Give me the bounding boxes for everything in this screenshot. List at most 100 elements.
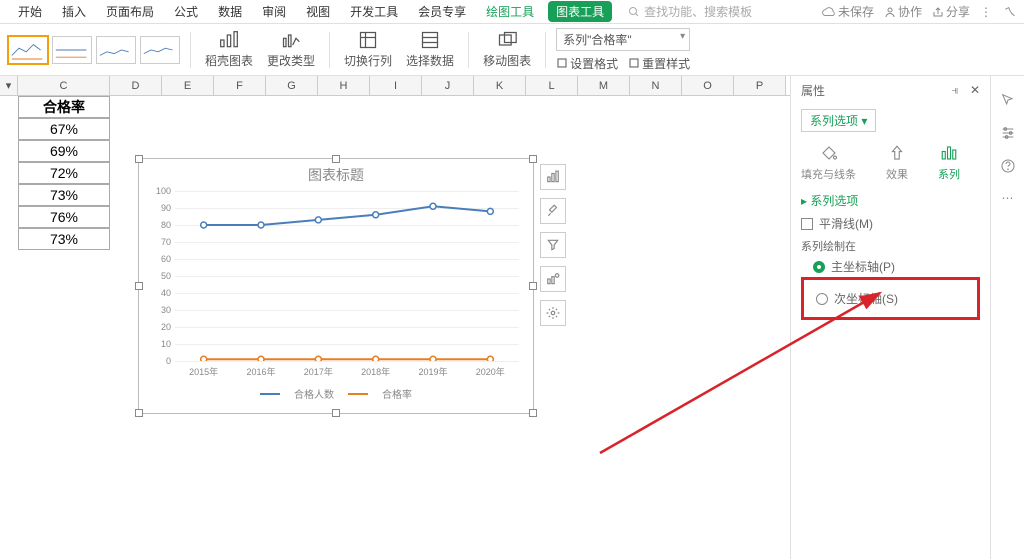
resize-handle[interactable] — [529, 282, 537, 290]
draw-on-label: 系列绘制在 — [801, 238, 980, 254]
more-icon[interactable]: ⋮ — [980, 5, 994, 19]
cell[interactable]: 76% — [18, 206, 110, 228]
col-hdr-G[interactable]: G — [266, 76, 318, 95]
tab-fill[interactable]: 填充与线条 — [801, 144, 856, 182]
resize-handle[interactable] — [332, 409, 340, 417]
select-data-button[interactable]: 选择数据 — [402, 30, 458, 69]
props-tab-select[interactable]: 系列选项 ▾ — [801, 109, 876, 132]
col-hdr-E[interactable]: E — [162, 76, 214, 95]
series-select[interactable]: 系列"合格率" — [556, 28, 690, 51]
help-tool-icon[interactable] — [1000, 158, 1016, 177]
col-hdr-O[interactable]: O — [682, 76, 734, 95]
primary-axis-radio[interactable]: 主坐标轴(P) — [813, 258, 980, 275]
col-dropdown[interactable]: ▾ — [0, 76, 18, 95]
bar-settings-icon — [546, 272, 560, 286]
col-hdr-K[interactable]: K — [474, 76, 526, 95]
search-icon — [628, 6, 640, 18]
col-hdr-D[interactable]: D — [110, 76, 162, 95]
share-button[interactable]: 分享 — [932, 3, 970, 20]
resize-handle[interactable] — [529, 409, 537, 417]
cell[interactable]: 69% — [18, 140, 110, 162]
selected-range[interactable]: 合格率 67% 69% 72% 73% 76% 73% — [18, 96, 110, 250]
switch-rowcol-button[interactable]: 切换行列 — [340, 30, 396, 69]
collab-button[interactable]: 协作 — [884, 3, 922, 20]
cloud-icon — [822, 7, 836, 17]
reset-style-button[interactable]: 重置样式 — [628, 55, 690, 72]
cell[interactable]: 72% — [18, 162, 110, 184]
menu-vip[interactable]: 会员专享 — [408, 3, 476, 20]
pin-icon[interactable]: ⫣ — [951, 83, 958, 97]
menu-draw-tools[interactable]: 绘图工具 — [476, 3, 544, 20]
more-tool-icon[interactable]: ⋯ — [1002, 191, 1014, 205]
col-hdr-L[interactable]: L — [526, 76, 578, 95]
chart-more-button[interactable] — [540, 300, 566, 326]
props-title: 属性 — [801, 82, 825, 99]
chart-styles-button[interactable] — [540, 198, 566, 224]
col-hdr-P[interactable]: P — [734, 76, 786, 95]
cell[interactable]: 73% — [18, 184, 110, 206]
resize-handle[interactable] — [332, 155, 340, 163]
settings-tool-icon[interactable] — [1000, 125, 1016, 144]
chart-legend[interactable]: 合格人数 合格率 — [139, 386, 533, 401]
bar-icon — [546, 170, 560, 184]
col-hdr-C[interactable]: C — [18, 76, 110, 95]
secondary-axis-highlight: 次坐标轴(S) — [801, 277, 980, 320]
cursor-tool-icon[interactable] — [1000, 92, 1016, 111]
menu-formula[interactable]: 公式 — [164, 3, 208, 20]
menu-view[interactable]: 视图 — [296, 3, 340, 20]
col-hdr-F[interactable]: F — [214, 76, 266, 95]
menu-review[interactable]: 审阅 — [252, 3, 296, 20]
menu-insert[interactable]: 插入 — [52, 3, 96, 20]
close-icon[interactable]: ✕ — [970, 83, 980, 97]
chart-plot-area[interactable]: 0102030405060708090100 — [175, 191, 519, 361]
chart-style-1[interactable] — [8, 36, 48, 64]
cell[interactable]: 73% — [18, 228, 110, 250]
menu-dev[interactable]: 开发工具 — [340, 3, 408, 20]
chart-style-4[interactable] — [140, 36, 180, 64]
resize-handle[interactable] — [135, 155, 143, 163]
templates-button[interactable]: 稻壳图表 — [201, 30, 257, 69]
col-hdr-H[interactable]: H — [318, 76, 370, 95]
menu-data[interactable]: 数据 — [208, 3, 252, 20]
menu-start[interactable]: 开始 — [8, 3, 52, 20]
menu-layout[interactable]: 页面布局 — [96, 3, 164, 20]
set-format-button[interactable]: 设置格式 — [556, 55, 618, 72]
chart-settings-button[interactable] — [540, 266, 566, 292]
col-hdr-I[interactable]: I — [370, 76, 422, 95]
col-hdr-J[interactable]: J — [422, 76, 474, 95]
right-tool-strip: ⋯ — [990, 76, 1024, 559]
checkbox-icon — [801, 218, 813, 230]
chart-filter-button[interactable] — [540, 232, 566, 258]
menu-chart-tools[interactable]: 图表工具 — [548, 1, 612, 22]
secondary-axis-radio[interactable]: 次坐标轴(S) — [816, 290, 973, 307]
col-hdr-N[interactable]: N — [630, 76, 682, 95]
radio-icon — [813, 261, 825, 273]
cell-header[interactable]: 合格率 — [18, 96, 110, 118]
person-icon — [884, 6, 896, 18]
cell[interactable]: 67% — [18, 118, 110, 140]
tab-series[interactable]: 系列 — [938, 144, 960, 182]
collapse-ribbon-icon[interactable]: ㄟ — [1004, 3, 1016, 20]
chart-style-gallery[interactable] — [8, 36, 180, 64]
resize-handle[interactable] — [529, 155, 537, 163]
chart-elements-button[interactable] — [540, 164, 566, 190]
tab-effects[interactable]: 效果 — [886, 144, 908, 182]
embedded-chart[interactable]: 图表标题 0102030405060708090100 2015年2016年20… — [138, 158, 534, 414]
search-box[interactable]: 查找功能、搜索模板 — [628, 3, 752, 20]
spreadsheet-grid[interactable]: ▾ C D E F G H I J K L M N O P 合格率 67% 69… — [0, 76, 790, 559]
share-icon — [932, 6, 944, 18]
chart-style-3[interactable] — [96, 36, 136, 64]
smooth-line-checkbox[interactable]: 平滑线(M) — [801, 215, 980, 232]
chart-yaxis: 0102030405060708090100 — [145, 191, 171, 361]
section-series-options[interactable]: ▸ 系列选项 — [801, 192, 980, 209]
resize-handle[interactable] — [135, 409, 143, 417]
reset-icon — [628, 57, 640, 69]
search-placeholder: 查找功能、搜索模板 — [644, 3, 752, 20]
change-type-button[interactable]: 更改类型 — [263, 30, 319, 69]
move-chart-button[interactable]: 移动图表 — [479, 30, 535, 69]
resize-handle[interactable] — [135, 282, 143, 290]
col-hdr-M[interactable]: M — [578, 76, 630, 95]
chart-title[interactable]: 图表标题 — [139, 159, 533, 191]
format-icon — [556, 57, 568, 69]
chart-style-2[interactable] — [52, 36, 92, 64]
